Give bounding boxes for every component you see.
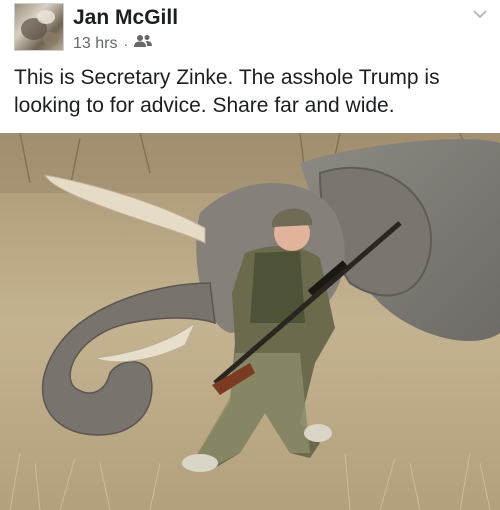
post-header: Jan McGill 13 hrs · [0, 0, 500, 60]
post-photo[interactable] [0, 133, 500, 510]
post-text: This is Secretary Zinke. The asshole Tru… [14, 66, 440, 117]
friends-icon[interactable] [134, 34, 153, 53]
author-name[interactable]: Jan McGill [73, 6, 178, 30]
post-meta: 13 hrs · [73, 34, 153, 53]
chevron-down-icon[interactable] [470, 6, 490, 22]
meta-separator: · [123, 35, 129, 52]
post-timestamp[interactable]: 13 hrs [73, 35, 117, 53]
avatar[interactable] [14, 3, 64, 51]
